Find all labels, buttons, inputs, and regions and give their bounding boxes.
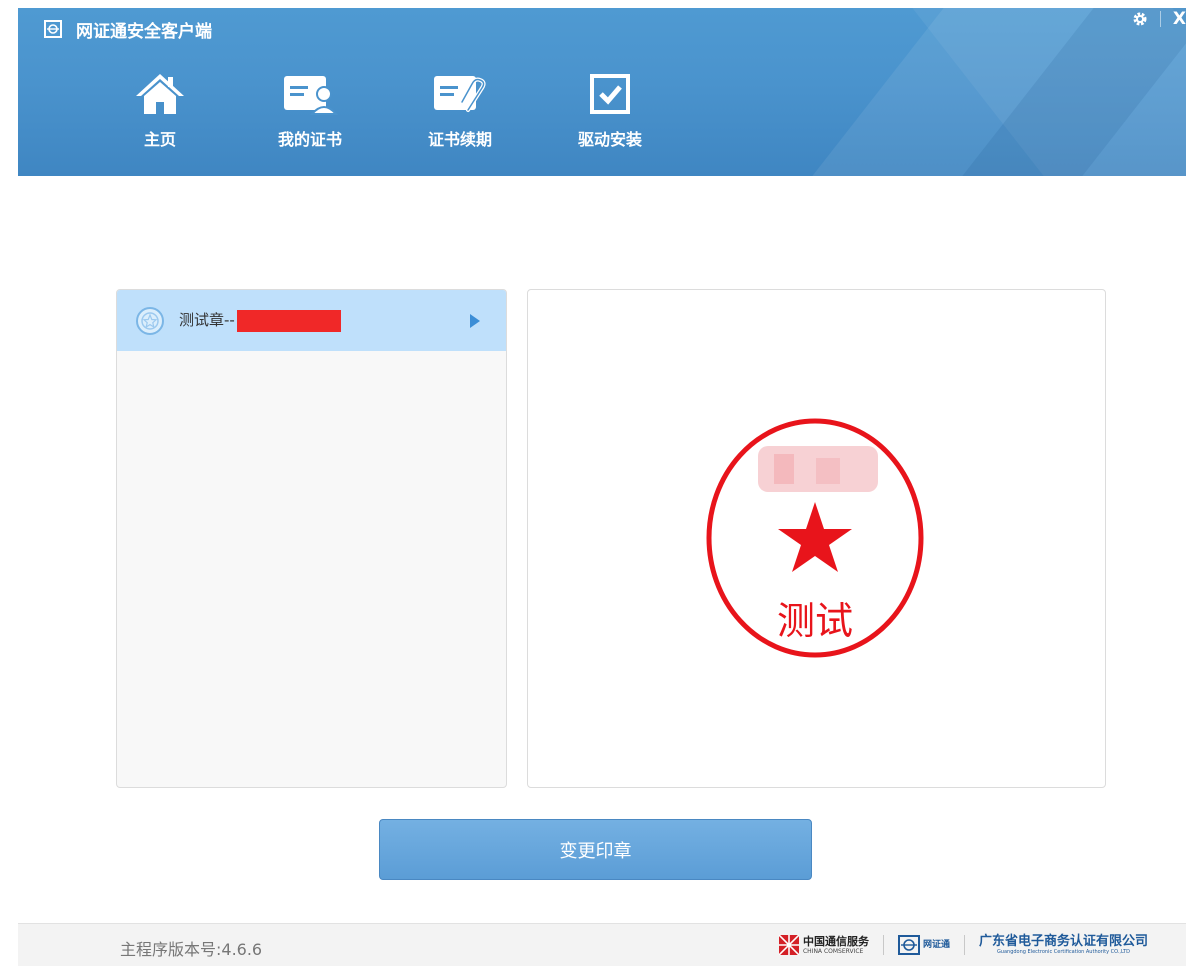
gear-icon[interactable] [1132,11,1148,27]
chevron-right-icon [470,314,480,328]
nav-label: 驱动安装 [577,130,642,149]
seal-name: 测试章-- [179,309,341,332]
gdca-logo: 广东省电子商务认证有限公司 Guangdong Electronic Certi… [978,934,1148,955]
home-icon [136,74,184,114]
nav-item-my-certificates[interactable]: 我的证书 [260,72,360,150]
seal-icon [136,306,164,335]
close-button[interactable]: X [1173,8,1186,30]
partner-logos: 中国通信服务 CHINA COMSERVICE 网证通 广东省电子商务认证有限公… [778,932,1148,958]
netca-logo: 网证通 [897,935,950,955]
china-comservice-logo: 中国通信服务 CHINA COMSERVICE [778,935,869,955]
nav-label: 我的证书 [277,130,342,149]
nav-item-home[interactable]: 主页 [110,72,210,150]
nav-label: 证书续期 [427,130,492,149]
window-controls: X [1132,8,1186,30]
title-bar: 网证通安全客户端 [44,17,212,42]
seal-list-item[interactable]: 测试章-- [117,290,506,351]
footer: 主程序版本号:4.6.6 中国通信服务 CHINA COMSERVICE 网证通… [18,923,1186,966]
certificate-renew-icon [434,76,486,112]
app-title: 网证通安全客户端 [76,21,212,42]
app-logo-icon [44,20,62,38]
redacted-block [236,309,341,332]
change-seal-button[interactable]: 变更印章 [379,819,812,880]
nav-label: 主页 [143,130,176,149]
seal-list: 测试章-- [116,289,507,788]
app-window: 网证通安全客户端 X 主页 我的证书 证书续期 驱动安装 测试章-- 测试 变更… [18,8,1186,966]
certificate-user-icon [284,76,338,115]
stamp-image: 测试 [704,410,926,660]
seal-label: 测试章-- [179,311,235,330]
stamp-text: 测试 [777,599,853,643]
nav-item-renew-certificate[interactable]: 证书续期 [410,72,510,150]
seal-preview: 测试 [527,289,1106,788]
header-bar: 网证通安全客户端 X 主页 我的证书 证书续期 驱动安装 [18,8,1186,176]
nav-item-driver-install[interactable]: 驱动安装 [560,72,660,150]
checkbox-icon [590,74,630,114]
version-label: 主程序版本号:4.6.6 [120,940,263,959]
